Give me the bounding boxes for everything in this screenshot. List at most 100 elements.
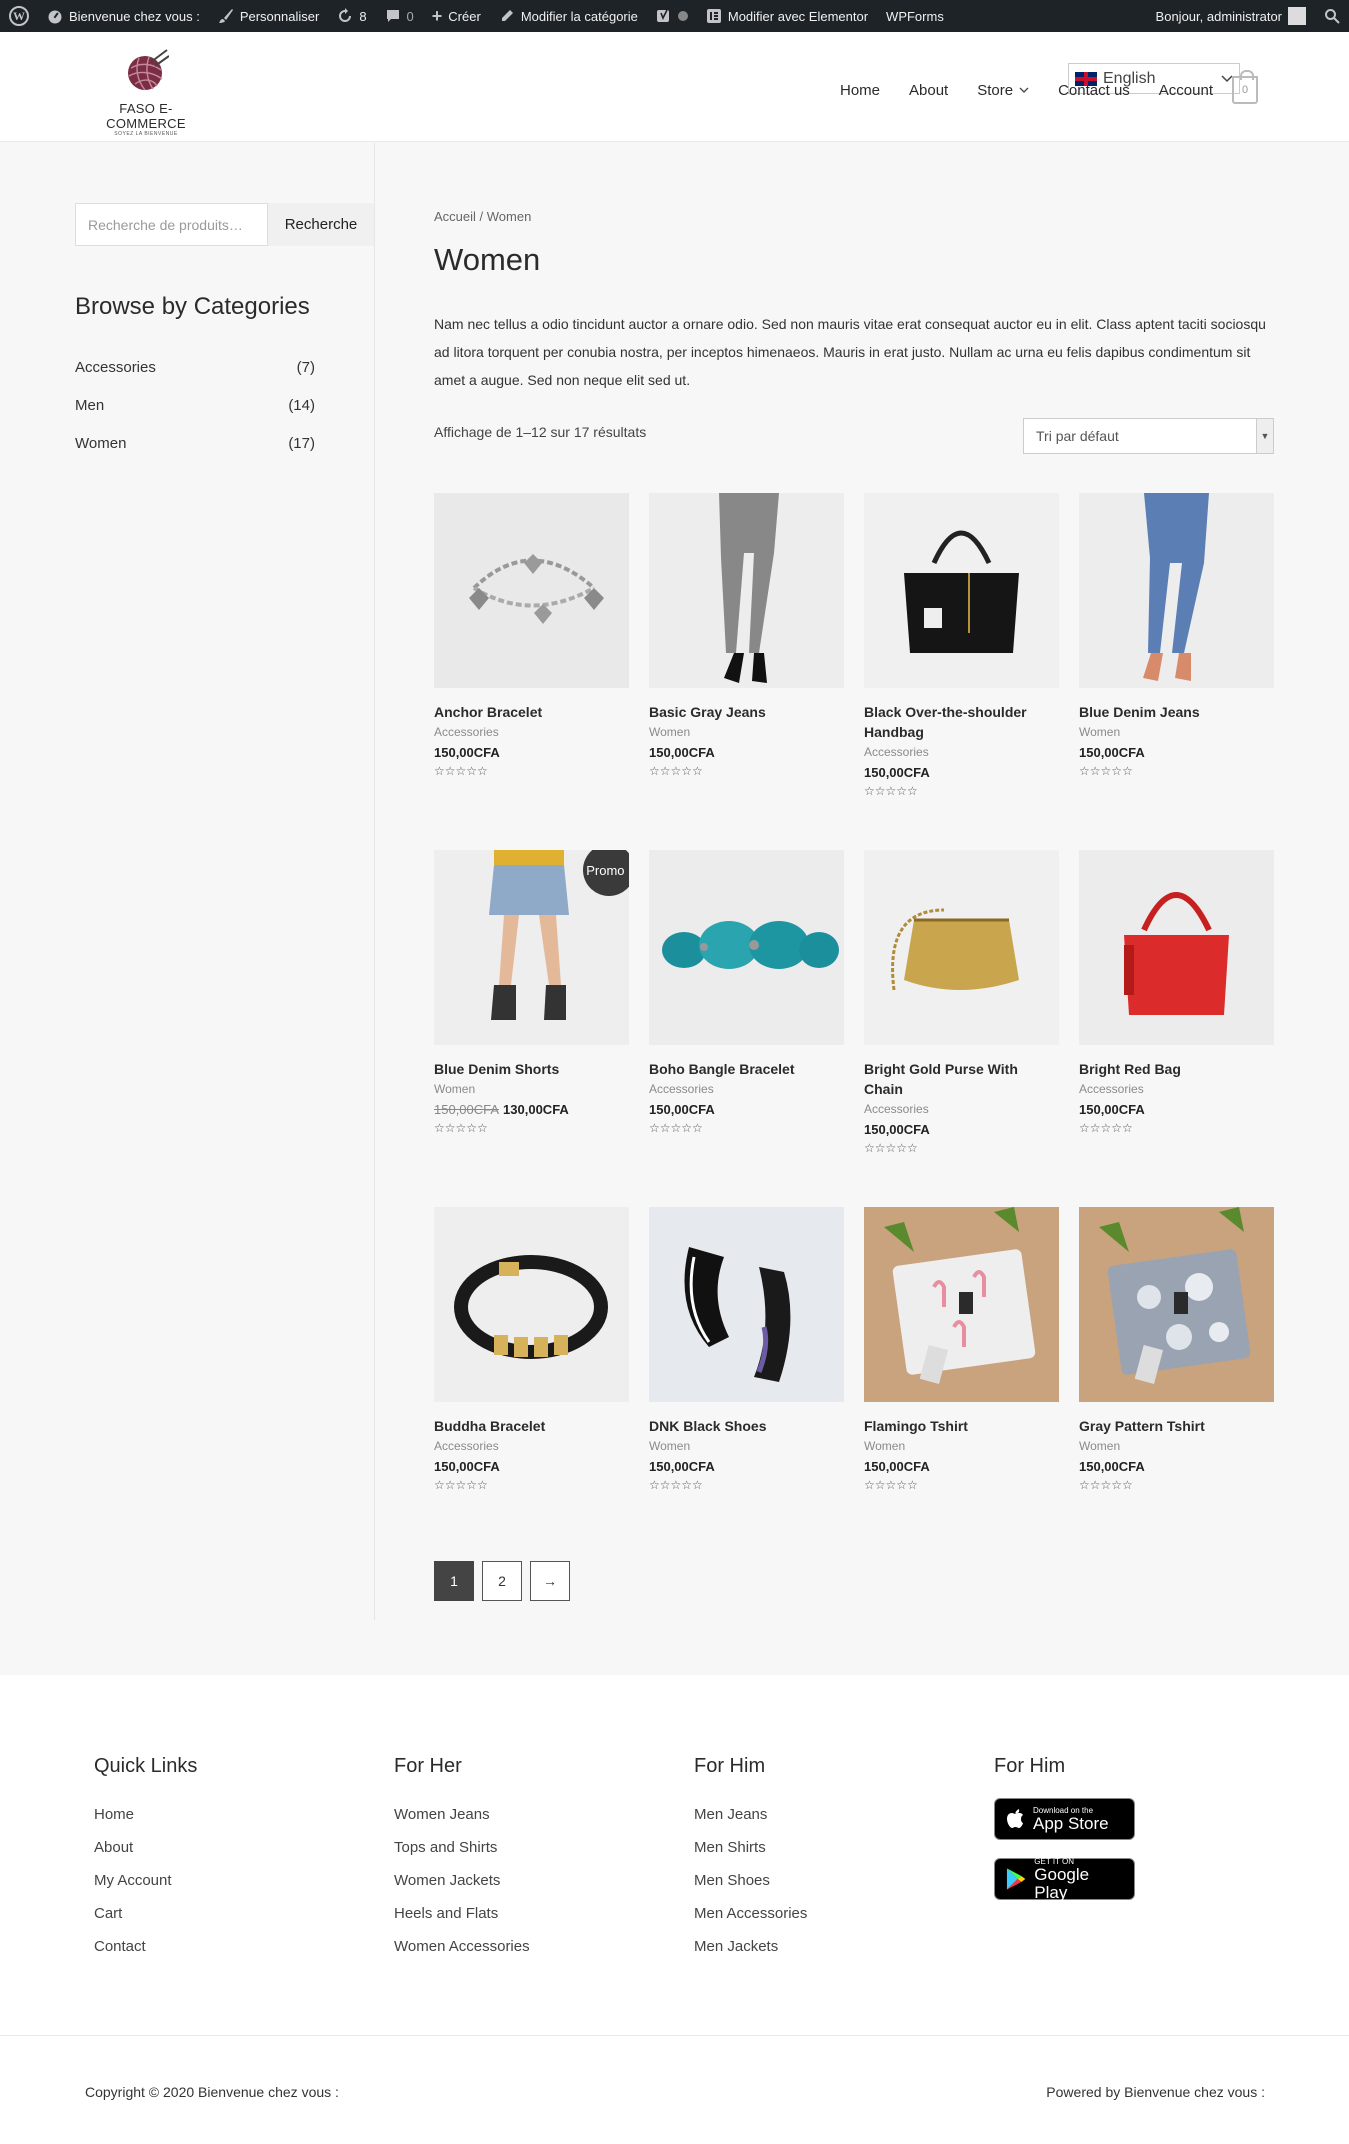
product-card[interactable]: DNK Black Shoes Women 150,00CFA ☆☆☆☆☆ — [649, 1207, 844, 1492]
product-card[interactable]: Basic Gray Jeans Women 150,00CFA ☆☆☆☆☆ — [649, 493, 844, 778]
product-card[interactable]: Blue Denim Jeans Women 150,00CFA ☆☆☆☆☆ — [1079, 493, 1274, 778]
product-card[interactable]: Boho Bangle Bracelet Accessories 150,00CFA… — [649, 850, 844, 1135]
product-title[interactable]: Anchor Bracelet — [434, 702, 629, 722]
sort-select[interactable]: Tri par défaut ▼ — [1023, 418, 1274, 454]
footer-link[interactable]: Contact — [94, 1930, 197, 1963]
wpforms-link[interactable]: WPForms — [877, 0, 953, 32]
product-category: Accessories — [434, 725, 499, 739]
breadcrumb[interactable]: Accueil / Women — [434, 209, 531, 224]
google-play-button[interactable]: GET IT ON Google Play — [994, 1857, 1135, 1901]
account-menu[interactable]: Bonjour, administrator — [1147, 0, 1315, 32]
nav-contact[interactable]: Contact us — [1058, 82, 1130, 99]
category-count: (14) — [288, 396, 315, 414]
product-image[interactable] — [1079, 1207, 1274, 1402]
footer-link[interactable]: Women Jackets — [394, 1864, 530, 1897]
footer-link[interactable]: Men Shirts — [694, 1831, 807, 1864]
app-store-big: App Store — [1033, 1813, 1109, 1833]
product-image[interactable] — [1079, 493, 1274, 688]
seo-menu[interactable] — [647, 0, 697, 32]
wordpress-menu[interactable]: W — [0, 0, 38, 32]
nav-store[interactable]: Store — [977, 82, 1029, 99]
app-store-button[interactable]: Download on the App Store — [994, 1798, 1135, 1840]
cart-icon[interactable]: 0 — [1232, 70, 1258, 104]
category-count: (17) — [288, 434, 315, 452]
footer-link[interactable]: Women Accessories — [394, 1930, 530, 1963]
product-image[interactable] — [864, 493, 1059, 688]
product-title[interactable]: Blue Denim Shorts — [434, 1059, 629, 1079]
product-title[interactable]: Bright Red Bag — [1079, 1059, 1274, 1079]
product-card[interactable]: Flamingo Tshirt Women 150,00CFA ☆☆☆☆☆ — [864, 1207, 1059, 1492]
product-image[interactable] — [649, 850, 844, 1045]
footer-link[interactable]: Men Jackets — [694, 1930, 807, 1963]
search-button[interactable]: Recherche — [268, 203, 374, 246]
customize-link[interactable]: Personnaliser — [209, 0, 329, 32]
product-image[interactable] — [864, 1207, 1059, 1402]
category-item-women[interactable]: Women (17) — [75, 424, 315, 462]
category-item-accessories[interactable]: Accessories (7) — [75, 348, 315, 386]
footer-link[interactable]: About — [94, 1831, 197, 1864]
product-title[interactable]: Flamingo Tshirt — [864, 1416, 1059, 1436]
product-title[interactable]: Gray Pattern Tshirt — [1079, 1416, 1274, 1436]
product-search-input[interactable]: Recherche de produits… — [75, 203, 268, 246]
product-title[interactable]: Basic Gray Jeans — [649, 702, 844, 722]
nav-account[interactable]: Account — [1159, 82, 1213, 99]
comments-link[interactable]: 0 — [376, 0, 423, 32]
product-card[interactable]: Bright Red Bag Accessories 150,00CFA ☆☆☆☆☆ — [1079, 850, 1274, 1135]
footer-link[interactable]: Heels and Flats — [394, 1897, 530, 1930]
site-logo[interactable]: FASO E-COMMERCE SOYEZ LA BIENVENUE — [86, 48, 206, 137]
footer-link[interactable]: Women Jeans — [394, 1798, 530, 1831]
product-image[interactable] — [864, 850, 1059, 1045]
nav-about[interactable]: About — [909, 82, 948, 99]
site-name-link[interactable]: Bienvenue chez vous : — [38, 0, 209, 32]
footer-link[interactable]: Men Jeans — [694, 1798, 807, 1831]
footer-link[interactable]: My Account — [94, 1864, 197, 1897]
page-1-button[interactable]: 1 — [434, 1561, 474, 1601]
product-title[interactable]: Bright Gold Purse With Chain — [864, 1059, 1059, 1099]
product-title[interactable]: Blue Denim Jeans — [1079, 702, 1274, 722]
current-price: 150,00CFA — [864, 1122, 930, 1137]
footer-apps: For Him Download on the App Store GET IT… — [994, 1755, 1135, 1918]
product-price: 150,00CFA — [1079, 745, 1274, 760]
product-image[interactable] — [434, 1207, 629, 1402]
edit-category-link[interactable]: Modifier la catégorie — [490, 0, 647, 32]
product-card[interactable]: Anchor Bracelet Accessories 150,00CFA ☆☆☆☆☆ — [434, 493, 629, 778]
product-card[interactable]: Promo ! Blue Denim Shorts Women 150,00CFA 13… — [434, 850, 629, 1135]
product-category: Women — [434, 1082, 476, 1096]
product-image[interactable] — [649, 1207, 844, 1402]
footer-link[interactable]: Men Shoes — [694, 1864, 807, 1897]
product-image[interactable]: Promo ! — [434, 850, 629, 1045]
product-card[interactable]: Buddha Bracelet Accessories 150,00CFA ☆☆☆☆☆ — [434, 1207, 629, 1492]
star-rating-icon: ☆☆☆☆☆ — [649, 1121, 703, 1135]
updates-count: 8 — [359, 8, 367, 24]
new-content-link[interactable]: + Créer — [423, 0, 490, 32]
product-card[interactable]: Gray Pattern Tshirt Women 150,00CFA ☆☆☆☆☆ — [1079, 1207, 1274, 1492]
nav-home[interactable]: Home — [840, 82, 880, 99]
footer-link[interactable]: Men Accessories — [694, 1897, 807, 1930]
product-title[interactable]: Black Over-the-shoulder Handbag — [864, 702, 1059, 742]
powered-by: Powered by Bienvenue chez vous : — [1046, 2084, 1265, 2100]
search-icon — [1325, 9, 1340, 24]
product-title[interactable]: DNK Black Shoes — [649, 1416, 844, 1436]
footer-link[interactable]: Home — [94, 1798, 197, 1831]
product-card[interactable]: Black Over-the-shoulder Handbag Accessori… — [864, 493, 1059, 798]
footer-for-him: For Him Men Jeans Men Shirts Men Shoes M… — [694, 1755, 807, 1963]
product-price: 150,00CFA — [864, 765, 1059, 780]
product-image[interactable] — [434, 493, 629, 688]
footer-link[interactable]: Cart — [94, 1897, 197, 1930]
product-title[interactable]: Buddha Bracelet — [434, 1416, 629, 1436]
category-item-men[interactable]: Men (14) — [75, 386, 315, 424]
page-2-button[interactable]: 2 — [482, 1561, 522, 1601]
product-card[interactable]: Bright Gold Purse With Chain Accessories 1… — [864, 850, 1059, 1155]
chevron-down-icon: ▼ — [1256, 419, 1273, 453]
product-image[interactable] — [1079, 850, 1274, 1045]
footer-link[interactable]: Tops and Shirts — [394, 1831, 530, 1864]
next-page-button[interactable]: → — [530, 1561, 570, 1601]
updates-link[interactable]: 8 — [328, 0, 375, 32]
product-category: Accessories — [864, 1102, 929, 1116]
product-title[interactable]: Boho Bangle Bracelet — [649, 1059, 844, 1079]
star-rating-icon: ☆☆☆☆☆ — [434, 1478, 488, 1492]
product-image[interactable] — [649, 493, 844, 688]
star-rating-icon: ☆☆☆☆☆ — [1079, 1121, 1133, 1135]
admin-search[interactable] — [1315, 0, 1349, 32]
elementor-link[interactable]: Modifier avec Elementor — [697, 0, 877, 32]
